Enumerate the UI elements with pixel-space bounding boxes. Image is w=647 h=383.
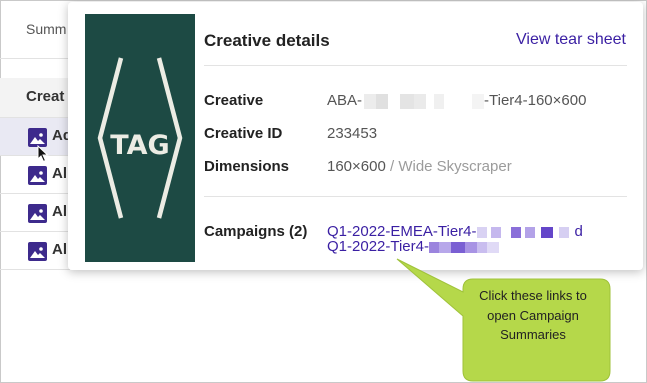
callout-text: Click these links to open Campaign Summa…: [479, 288, 587, 342]
